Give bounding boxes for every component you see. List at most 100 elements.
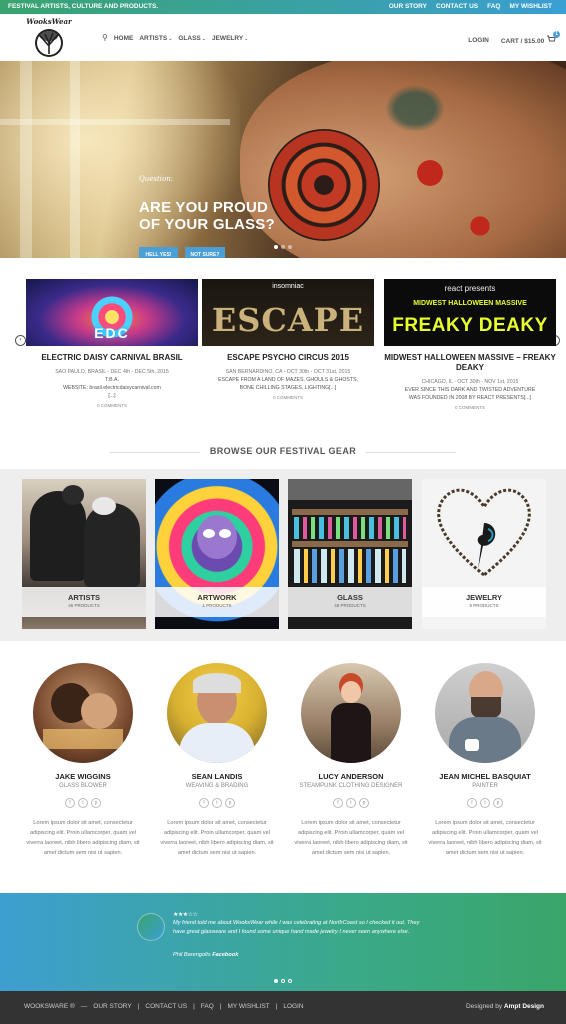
social-links: f t p xyxy=(18,798,148,808)
top-link-my-wishlist[interactable]: MY WISHLIST xyxy=(510,3,553,10)
event-image[interactable]: react presents MIDWEST HALLOWEEN MASSIVE… xyxy=(384,279,556,346)
chevron-down-icon: ⌄ xyxy=(201,36,206,42)
tattoo-flower xyxy=(268,129,380,241)
event-title[interactable]: ELECTRIC DAISY CARNIVAL BRASIL xyxy=(26,353,198,363)
search-icon[interactable]: ⚲ xyxy=(102,33,108,42)
events-carousel: ‹ › EDC ELECTRIC DAISY CARNIVAL BRASIL S… xyxy=(0,258,566,440)
footer-link-contact-us[interactable]: CONTACT US xyxy=(145,1003,187,1010)
hero-banner: Question: ARE YOU PROUD OF YOUR GLASS? H… xyxy=(0,61,566,258)
event-image[interactable]: insomniac ESCAPE xyxy=(202,279,374,346)
slider-dot[interactable] xyxy=(281,245,285,249)
testimonial-section: ★★★☆☆ My friend told me about WooksWear … xyxy=(0,893,566,991)
tattoo-leaf xyxy=(465,211,495,241)
slider-dot[interactable] xyxy=(288,245,292,249)
avatar[interactable] xyxy=(33,663,133,763)
avatar[interactable] xyxy=(301,663,401,763)
cart-icon[interactable]: 1 xyxy=(546,31,560,43)
twitter-icon[interactable]: t xyxy=(480,798,490,808)
top-links: OUR STORY CONTACT US FAQ MY WISHLIST xyxy=(389,3,552,10)
top-link-our-story[interactable]: OUR STORY xyxy=(389,3,427,10)
pinterest-icon[interactable]: p xyxy=(91,798,101,808)
nav-artists[interactable]: ARTISTS⌄ xyxy=(139,35,172,42)
event-meta: SAO PAULO, BRASIL - DEC 4th - DEC 5th, 2… xyxy=(55,369,169,375)
social-links: f t p xyxy=(152,798,282,808)
social-links: f t p xyxy=(286,798,416,808)
slider-dot[interactable] xyxy=(281,979,285,983)
category-glass[interactable]: GLASS 48 PRODUCTS xyxy=(288,479,412,629)
browse-heading: BROWSE OUR FESTIVAL GEAR xyxy=(209,446,357,456)
pinterest-icon[interactable]: p xyxy=(359,798,369,808)
facebook-icon[interactable]: f xyxy=(65,798,75,808)
event-comments[interactable]: 0 COMMENTS xyxy=(26,403,198,408)
category-jewelry[interactable]: JEWELRY 5 PRODUCTS xyxy=(422,479,546,629)
member-bio: Lorem ipsum dolor sit amet, consectetur … xyxy=(160,820,274,856)
site-logo[interactable]: WooksWear xyxy=(24,16,74,60)
event-title[interactable]: ESCAPE PSYCHO CIRCUS 2015 xyxy=(202,353,374,363)
event-comments[interactable]: 0 COMMENTS xyxy=(384,405,556,410)
category-label: GLASS 48 PRODUCTS xyxy=(288,587,412,617)
team-member: JEAN MICHEL BASQUIAT PAINTER f t p Lorem… xyxy=(420,663,550,858)
event-card[interactable]: insomniac ESCAPE ESCAPE PSYCHO CIRCUS 20… xyxy=(202,279,374,400)
footer-links: WOOKSWARE ® — OUR STORY | CONTACT US | F… xyxy=(24,1003,304,1010)
login-link[interactable]: LOGIN xyxy=(468,37,489,44)
nav-jewelry[interactable]: JEWELRY⌄ xyxy=(212,35,248,42)
twitter-icon[interactable]: t xyxy=(212,798,222,808)
event-card[interactable]: EDC ELECTRIC DAISY CARNIVAL BRASIL SAO P… xyxy=(26,279,198,408)
event-comments[interactable]: 0 COMMENTS xyxy=(202,395,374,400)
member-bio: Lorem ipsum dolor sit amet, consectetur … xyxy=(26,820,140,856)
facebook-icon[interactable]: f xyxy=(467,798,477,808)
svg-text:WooksWear: WooksWear xyxy=(26,17,73,26)
event-desc: [...] xyxy=(108,393,116,399)
testimonial-quote: My friend told me about WooksWear while … xyxy=(173,920,420,935)
footer-link-faq[interactable]: FAQ xyxy=(201,1003,214,1010)
site-footer: WOOKSWARE ® — OUR STORY | CONTACT US | F… xyxy=(0,991,566,1024)
event-desc: T.B.A. xyxy=(105,377,119,383)
slider-dot[interactable] xyxy=(288,979,292,983)
tagline: FESTIVAL ARTISTS, CULTURE AND PRODUCTS. xyxy=(8,3,159,10)
category-artwork[interactable]: ARTWORK 1 PRODUCTS xyxy=(155,479,279,629)
event-title[interactable]: MIDWEST HALLOWEEN MASSIVE – FREAKY DEAKY xyxy=(384,353,556,373)
twitter-icon[interactable]: t xyxy=(346,798,356,808)
prev-arrow-icon[interactable]: ‹ xyxy=(15,335,26,346)
tattoo-leaf xyxy=(410,153,450,193)
event-desc: WEBSITE: brasil.electricdaisycarnival.co… xyxy=(63,385,161,391)
tattoo-shading xyxy=(380,81,450,136)
not-sure-button[interactable]: NOT SURE? xyxy=(185,247,225,258)
event-image[interactable]: EDC xyxy=(26,279,198,346)
pinterest-icon[interactable]: p xyxy=(493,798,503,808)
hero-headline: ARE YOU PROUD OF YOUR GLASS? xyxy=(139,199,275,233)
category-label: ARTWORK 1 PRODUCTS xyxy=(155,587,279,617)
facebook-icon[interactable]: f xyxy=(199,798,209,808)
facebook-icon[interactable]: f xyxy=(333,798,343,808)
cart-link[interactable]: CART / $15.00 1 xyxy=(501,31,560,45)
footer-separator: | xyxy=(193,1003,195,1010)
footer-credit-link[interactable]: Ampt Design xyxy=(504,1003,544,1010)
hero-slider-dots xyxy=(274,245,292,249)
member-bio: Lorem ipsum dolor sit amet, consectetur … xyxy=(428,820,542,856)
avatar[interactable] xyxy=(167,663,267,763)
event-meta: SAN BERNARDINO, CA - OCT 30th - OCT 31st… xyxy=(225,369,351,375)
member-role: STEAMPUNK CLOTHING DESIGNER xyxy=(299,783,403,789)
top-link-faq[interactable]: FAQ xyxy=(487,3,500,10)
pinterest-icon[interactable]: p xyxy=(225,798,235,808)
hell-yes-button[interactable]: HELL YES! xyxy=(139,247,178,258)
slider-dot[interactable] xyxy=(274,245,278,249)
footer-brand[interactable]: WOOKSWARE ® xyxy=(24,1003,75,1010)
avatar[interactable] xyxy=(435,663,535,763)
footer-link-our-story[interactable]: OUR STORY xyxy=(93,1003,131,1010)
nav-glass[interactable]: GLASS⌄ xyxy=(178,35,206,42)
testimonial-source-link[interactable]: Facebook xyxy=(212,952,238,958)
member-role: WEAVING & BRADING xyxy=(185,783,249,789)
footer-link-login[interactable]: LOGIN xyxy=(283,1003,303,1010)
twitter-icon[interactable]: t xyxy=(78,798,88,808)
slider-dot[interactable] xyxy=(274,979,278,983)
footer-link-my-wishlist[interactable]: MY WISHLIST xyxy=(227,1003,269,1010)
top-link-contact-us[interactable]: CONTACT US xyxy=(436,3,478,10)
member-role: GLASS BLOWER xyxy=(59,783,107,789)
page: FESTIVAL ARTISTS, CULTURE AND PRODUCTS. … xyxy=(0,0,566,1024)
event-card[interactable]: react presents MIDWEST HALLOWEEN MASSIVE… xyxy=(384,279,556,410)
nav-home[interactable]: HOME xyxy=(114,35,134,42)
event-desc: ESCAPE FROM A LAND OF MAZES, GHOULS & GH… xyxy=(218,377,358,383)
category-artists[interactable]: ARTISTS 46 PRODUCTS xyxy=(22,479,146,629)
social-links: f t p xyxy=(420,798,550,808)
